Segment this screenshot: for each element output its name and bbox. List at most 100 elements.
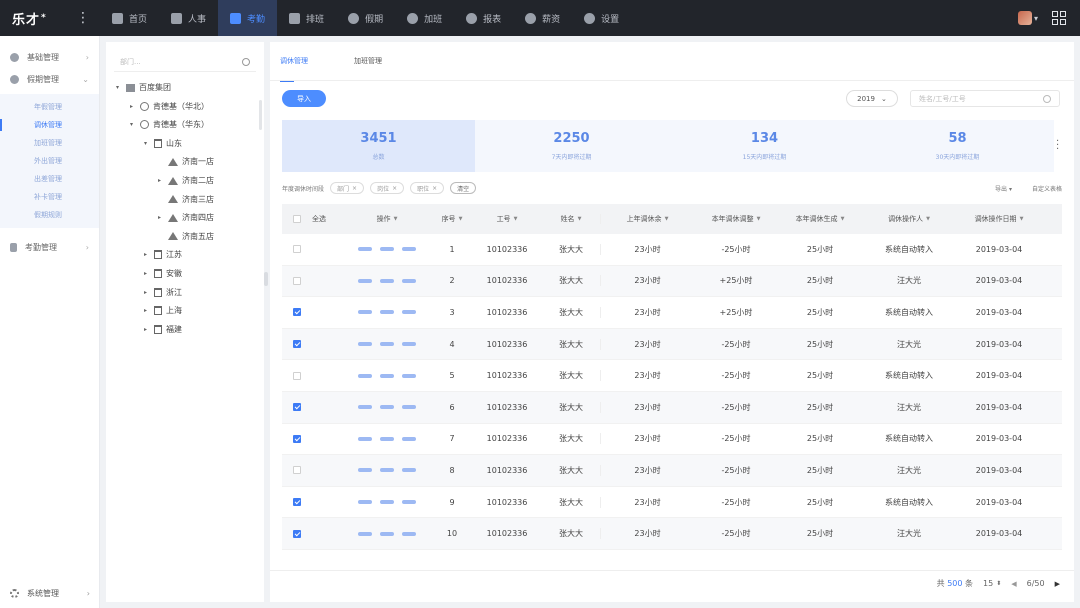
tree-node[interactable]: 济南五店	[158, 231, 214, 242]
sidebar-subitem[interactable]: 加班管理	[0, 134, 99, 152]
view-link[interactable]	[358, 436, 372, 441]
prev-page-icon[interactable]: ◀	[1011, 580, 1016, 588]
col-adjust[interactable]: 本年调休调整 ▼	[694, 214, 778, 224]
tab-overtime[interactable]: 加班管理	[354, 52, 382, 76]
delete-link[interactable]	[402, 342, 416, 347]
table-row[interactable]: 10 10102336 张大大 23小时 -25小时 25小时 汪大光 2019-03-04	[282, 518, 1062, 550]
edit-link[interactable]	[380, 405, 394, 410]
caret-right-icon[interactable]: ▸	[158, 177, 164, 184]
user-menu[interactable]: ▾	[1017, 11, 1038, 25]
topnav-item[interactable]: 假期	[336, 0, 395, 36]
topnav-item[interactable]: 人事	[159, 0, 218, 36]
delete-link[interactable]	[402, 373, 416, 378]
more-vertical-icon[interactable]: · · ·	[1056, 137, 1059, 155]
delete-link[interactable]	[402, 278, 416, 283]
stat-card[interactable]: 3451 总数	[282, 120, 475, 172]
filter-chip-dept[interactable]: 部门 ×	[330, 182, 365, 194]
tree-node[interactable]: ▾ 百度集团	[116, 82, 171, 93]
tree-node[interactable]: ▾ 山东	[144, 138, 182, 149]
col-generated[interactable]: 本年调休生成 ▼	[778, 214, 862, 224]
clear-filters-button[interactable]: 清空	[450, 182, 477, 194]
stat-card[interactable]: 134 15天内即将过期	[668, 120, 861, 172]
tree-node[interactable]: 济南一店	[158, 156, 214, 167]
caret-right-icon[interactable]: ▸	[144, 251, 150, 258]
select-all-checkbox[interactable]	[293, 215, 301, 223]
avatar[interactable]	[1017, 11, 1032, 25]
filter-chip-post[interactable]: 岗位 ×	[370, 182, 405, 194]
topnav-item[interactable]: 加班	[395, 0, 454, 36]
row-checkbox[interactable]	[293, 403, 301, 412]
delete-link[interactable]	[402, 468, 416, 473]
edit-link[interactable]	[380, 436, 394, 441]
col-last-year[interactable]: 上年调休余 ▼	[600, 214, 694, 224]
close-icon[interactable]: ×	[352, 185, 357, 192]
edit-link[interactable]	[380, 310, 394, 315]
search-input[interactable]: 姓名/工号/工号	[910, 90, 1060, 107]
table-row[interactable]: 4 10102336 张大大 23小时 -25小时 25小时 汪大光 2019-03-04	[282, 328, 1062, 361]
delete-link[interactable]	[402, 436, 416, 441]
col-name[interactable]: 姓名 ▼	[542, 214, 600, 224]
row-checkbox[interactable]	[293, 276, 301, 285]
col-seq[interactable]: 序号 ▼	[432, 214, 472, 224]
table-row[interactable]: 8 10102336 张大大 23小时 -25小时 25小时 汪大光 2019-03-04	[282, 455, 1062, 487]
filter-chip-position[interactable]: 职位 ×	[410, 182, 445, 194]
table-row[interactable]: 7 10102336 张大大 23小时 -25小时 25小时 系统自动转入 2019-03-0…	[282, 424, 1062, 456]
row-checkbox[interactable]	[293, 529, 301, 538]
delete-link[interactable]	[402, 247, 416, 252]
caret-right-icon[interactable]: ▸	[130, 103, 136, 110]
next-page-icon[interactable]: ▶	[1055, 580, 1060, 588]
col-op[interactable]: 操作 ▼	[342, 214, 432, 224]
edit-link[interactable]	[380, 468, 394, 473]
tree-node[interactable]: 济南三店	[158, 194, 214, 205]
delete-link[interactable]	[402, 500, 416, 505]
panel-collapse-handle[interactable]	[264, 272, 268, 286]
tree-node[interactable]: ▸ 上海	[144, 305, 182, 316]
more-menu-icon[interactable]: ⋮	[66, 0, 100, 36]
tree-node[interactable]: ▸ 济南二店	[158, 175, 214, 186]
page-size-select[interactable]: 15 ⬍	[983, 579, 1001, 588]
view-link[interactable]	[358, 373, 372, 378]
custom-table-button[interactable]: 自定义表格	[1032, 184, 1062, 193]
edit-link[interactable]	[380, 342, 394, 347]
row-checkbox[interactable]	[293, 308, 301, 317]
delete-link[interactable]	[402, 310, 416, 315]
caret-right-icon[interactable]: ▸	[158, 214, 164, 221]
edit-link[interactable]	[380, 373, 394, 378]
tree-node[interactable]: ▸ 济南四店	[158, 212, 214, 223]
caret-right-icon[interactable]: ▸	[144, 270, 150, 277]
view-link[interactable]	[358, 405, 372, 410]
sidebar-subitem[interactable]: 调休管理	[0, 116, 99, 134]
view-link[interactable]	[358, 468, 372, 473]
edit-link[interactable]	[380, 247, 394, 252]
tree-scrollbar[interactable]	[259, 100, 262, 130]
sidebar-subitem[interactable]: 补卡管理	[0, 188, 99, 206]
close-icon[interactable]: ×	[432, 185, 437, 192]
stat-card[interactable]: 58 30天内即将过期	[861, 120, 1054, 172]
tree-node[interactable]: ▸ 江苏	[144, 249, 182, 260]
row-checkbox[interactable]	[293, 466, 301, 475]
row-checkbox[interactable]	[293, 371, 301, 380]
sidebar-subitem[interactable]: 外出管理	[0, 152, 99, 170]
tree-search-input[interactable]: 部门...	[114, 52, 256, 72]
row-checkbox[interactable]	[293, 434, 301, 443]
table-row[interactable]: 3 10102336 张大大 23小时 +25小时 25小时 系统自动转入 2019-03-0…	[282, 297, 1062, 329]
col-date[interactable]: 调休操作日期 ▼	[956, 214, 1042, 224]
caret-down-icon[interactable]: ▾	[130, 121, 136, 128]
view-link[interactable]	[358, 310, 372, 315]
view-link[interactable]	[358, 247, 372, 252]
sidebar-group-attendance[interactable]: 考勤管理 ›	[0, 236, 99, 258]
table-row[interactable]: 5 10102336 张大大 23小时 -25小时 25小时 系统自动转入 2019-03-0…	[282, 360, 1062, 392]
sidebar-subitem[interactable]: 出差管理	[0, 170, 99, 188]
table-row[interactable]: 6 10102336 张大大 23小时 -25小时 25小时 汪大光 2019-03-04	[282, 391, 1062, 424]
caret-right-icon[interactable]: ▸	[144, 307, 150, 314]
apps-grid-icon[interactable]	[1052, 11, 1066, 25]
import-button[interactable]: 导入	[282, 90, 326, 107]
table-row[interactable]: 9 10102336 张大大 23小时 -25小时 25小时 系统自动转入 2019-03-0…	[282, 487, 1062, 519]
view-link[interactable]	[358, 500, 372, 505]
delete-link[interactable]	[402, 405, 416, 410]
edit-link[interactable]	[380, 500, 394, 505]
caret-down-icon[interactable]: ▾	[144, 140, 150, 147]
search-icon[interactable]	[242, 57, 250, 66]
tree-node[interactable]: ▸ 安徽	[144, 268, 182, 279]
topnav-item[interactable]: 报表	[454, 0, 513, 36]
